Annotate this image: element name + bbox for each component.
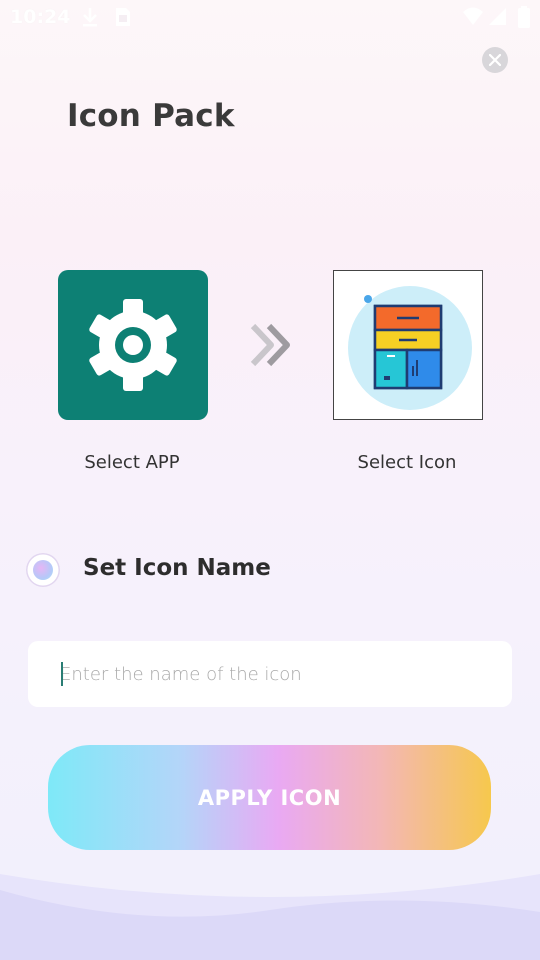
select-icon-tile[interactable] [333,270,483,420]
select-app-label: Select APP [84,452,180,473]
icon-name-input[interactable] [28,641,512,707]
text-caret [61,662,63,686]
close-button[interactable] [482,47,508,73]
double-chevron-right-icon [247,320,297,370]
radio-dot [33,560,53,580]
select-icon-label: Select Icon [357,452,457,473]
sim-card-icon [114,6,132,32]
select-app-tile[interactable] [58,270,208,420]
apply-icon-button[interactable]: APPLY ICON [48,745,491,850]
set-name-radio[interactable] [26,553,60,587]
close-icon [489,54,501,66]
signal-icon [488,6,508,30]
battery-icon [518,6,530,32]
wifi-icon [462,6,484,30]
download-icon [80,6,100,32]
cabinet-icon [348,286,472,410]
page-title: Icon Pack [67,98,235,134]
status-bar: 10:24 [0,0,540,36]
bottom-wave-decoration [0,874,540,960]
gear-icon [89,299,177,391]
status-time: 10:24 [10,6,71,28]
section-title: Set Icon Name [83,555,271,581]
